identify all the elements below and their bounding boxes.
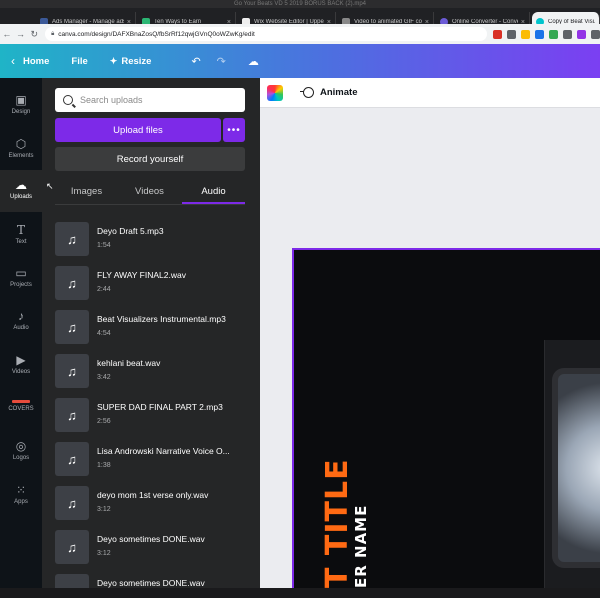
tab-videos[interactable]: Videos xyxy=(118,180,181,202)
extension-icon[interactable] xyxy=(507,29,517,39)
music-note-icon: ♫ xyxy=(55,310,89,344)
extension-icon[interactable] xyxy=(577,29,587,39)
audio-file-item[interactable]: ♫ Deyo sometimes DONE.wav xyxy=(55,574,255,588)
music-note-icon: ♫ xyxy=(55,222,89,256)
design-tv-image xyxy=(552,368,600,568)
editor-area: Animate T TITLE ER NAME xyxy=(260,78,600,588)
design-subtitle-text[interactable]: ER NAME xyxy=(352,505,370,588)
extension-icon[interactable] xyxy=(521,29,531,39)
design-title-text[interactable]: T TITLE xyxy=(320,458,355,588)
rail-item-text[interactable]: T Text xyxy=(0,220,42,256)
elements-icon: ⬡ xyxy=(15,137,27,151)
extension-icon[interactable] xyxy=(549,29,559,39)
resize-button[interactable]: ✦ Resize xyxy=(110,56,152,67)
covers-icon xyxy=(12,400,30,403)
audio-file-item[interactable]: ♫ SUPER DAD FINAL PART 2.mp3 2:56 xyxy=(55,398,255,434)
animate-icon xyxy=(300,87,314,98)
home-button[interactable]: Home xyxy=(23,56,49,67)
back-icon[interactable]: ← xyxy=(0,29,14,39)
design-icon: ▣ xyxy=(15,93,27,107)
undo-icon[interactable]: ↶ xyxy=(191,55,200,68)
uploads-tabs: Images Videos Audio xyxy=(55,180,245,205)
audio-file-item[interactable]: ♫ kehlani beat.wav 3:42 xyxy=(55,354,255,390)
audio-file-item[interactable]: ♫ Beat Visualizers Instrumental.mp3 4:54 xyxy=(55,310,255,346)
tabs-divider xyxy=(55,204,245,205)
mouse-cursor-icon: ↖ xyxy=(46,181,54,191)
music-note-icon: ♫ xyxy=(55,530,89,564)
logos-icon: ◎ xyxy=(15,439,27,453)
audio-file-item[interactable]: ♫ Deyo Draft 5.mp3 1:54 xyxy=(55,222,255,258)
canva-top-bar: ‹ Home File ✦ Resize ↶ ↷ ☁ xyxy=(0,44,600,78)
rail-item-design[interactable]: ▣ Design xyxy=(0,88,42,124)
audio-file-item[interactable]: ♫ Lisa Androwski Narrative Voice O... 1:… xyxy=(55,442,255,478)
chevron-left-icon[interactable]: ‹ xyxy=(11,54,15,68)
editor-toolbar: Animate xyxy=(260,78,600,108)
rail-item-audio[interactable]: ♪ Audio xyxy=(0,306,42,342)
music-note-icon: ♫ xyxy=(55,486,89,520)
audio-file-item[interactable]: ♫ FLY AWAY FINAL2.wav 2:44 xyxy=(55,266,255,302)
audio-file-item[interactable]: ♫ deyo mom 1st verse only.wav 3:12 xyxy=(55,486,255,522)
color-picker-icon[interactable] xyxy=(267,84,283,101)
rail-item-logos[interactable]: ◎ Logos xyxy=(0,436,42,472)
sparkle-icon: ✦ xyxy=(109,55,118,66)
rail-item-apps[interactable]: ⁙ Apps xyxy=(0,480,42,516)
reload-icon[interactable]: ↻ xyxy=(27,29,41,40)
search-input[interactable] xyxy=(80,95,240,105)
redo-icon[interactable]: ↷ xyxy=(217,55,226,68)
music-note-icon: ♫ xyxy=(55,266,89,300)
rail-item-covers[interactable]: COVERS xyxy=(0,396,42,426)
extension-icon[interactable] xyxy=(493,29,503,39)
record-yourself-button[interactable]: Record yourself xyxy=(55,147,245,171)
file-menu-button[interactable]: File xyxy=(71,56,87,67)
extension-icon[interactable] xyxy=(563,29,573,39)
search-icon xyxy=(63,95,73,105)
uploads-icon: ☁ xyxy=(15,178,27,192)
more-options-button[interactable]: ••• xyxy=(223,118,245,142)
bottom-strip xyxy=(0,588,600,598)
window-title-bar: Go Your Beats VD 5 2019 BORUS BACK (2).m… xyxy=(0,0,600,8)
text-icon: T xyxy=(16,223,25,237)
apps-grid-icon: ⁙ xyxy=(15,483,27,497)
rail-item-videos[interactable]: ▶ Videos xyxy=(0,350,42,386)
rail-item-elements[interactable]: ⬡ Elements xyxy=(0,132,42,168)
music-note-icon: ♫ xyxy=(55,398,89,432)
url-text: canva.com/design/DAFXBnaZosQ/fbSrRf12qwj… xyxy=(58,30,255,38)
extension-icon[interactable] xyxy=(535,29,545,39)
browser-address-bar: ← → ↻ 🔒︎ canva.com/design/DAFXBnaZosQ/fb… xyxy=(0,24,600,44)
design-canvas[interactable]: T TITLE ER NAME xyxy=(292,248,600,588)
music-note-icon: ♪ xyxy=(18,309,24,323)
search-box[interactable] xyxy=(55,88,245,112)
music-note-icon: ♫ xyxy=(55,442,89,476)
tab-audio[interactable]: Audio xyxy=(182,180,245,204)
uploads-panel: Upload files ••• Record yourself Images … xyxy=(42,78,260,588)
folder-icon: ▭ xyxy=(15,266,27,280)
side-rail: ▣ Design ⬡ Elements ☁ Uploads T Text ▭ P… xyxy=(0,78,42,588)
extension-icon[interactable] xyxy=(591,29,600,39)
upload-files-button[interactable]: Upload files xyxy=(55,118,221,142)
forward-icon[interactable]: → xyxy=(14,29,28,39)
animate-button[interactable]: Animate xyxy=(320,87,357,98)
tab-images[interactable]: Images xyxy=(55,180,118,202)
window-title: Go Your Beats VD 5 2019 BORUS BACK (2).m… xyxy=(233,1,367,7)
rail-item-projects[interactable]: ▭ Projects xyxy=(0,263,42,299)
music-note-icon: ♫ xyxy=(55,574,89,588)
cloud-save-icon[interactable]: ☁ xyxy=(248,55,259,68)
audio-file-item[interactable]: ♫ Deyo sometimes DONE.wav 3:12 xyxy=(55,530,255,566)
lock-icon: 🔒︎ xyxy=(51,30,55,37)
rail-item-uploads[interactable]: ☁ Uploads xyxy=(0,170,42,212)
music-note-icon: ♫ xyxy=(55,354,89,388)
extension-icons xyxy=(493,29,600,39)
url-field[interactable]: 🔒︎ canva.com/design/DAFXBnaZosQ/fbSrRf12… xyxy=(45,27,488,41)
video-icon: ▶ xyxy=(16,353,26,367)
